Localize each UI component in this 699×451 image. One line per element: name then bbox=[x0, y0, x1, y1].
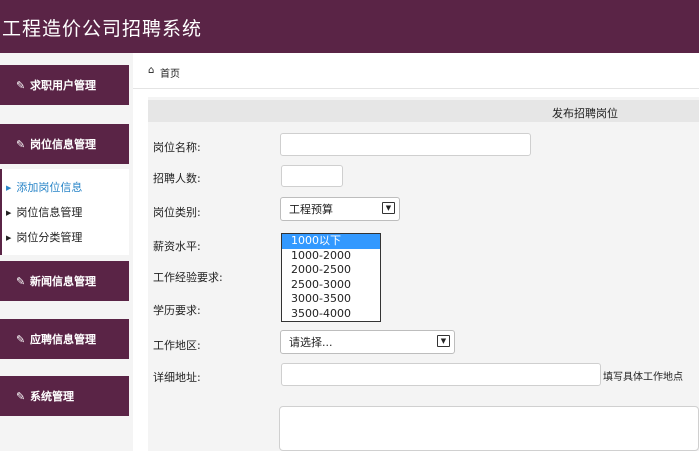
sidebar-menu-label: 求职用户管理 bbox=[30, 79, 96, 92]
sidebar: ✎ 求职用户管理 ✎ 岗位信息管理 ▶ 添加岗位信息 ▶ 岗位信息管理 ▶ 岗位分类管… bbox=[0, 53, 133, 451]
address-input[interactable] bbox=[281, 363, 601, 386]
category-label: 岗位类别: bbox=[153, 206, 201, 219]
category-select-value: 工程预算 bbox=[289, 203, 333, 216]
address-hint: 填写具体工作地点 bbox=[603, 372, 683, 383]
headcount-input[interactable] bbox=[281, 165, 343, 187]
region-select-value: 请选择... bbox=[289, 336, 333, 349]
edit-icon: ✎ bbox=[16, 274, 26, 288]
chevron-down-icon: ▼ bbox=[437, 335, 450, 347]
salary-option[interactable]: 2500-3000 bbox=[282, 278, 380, 293]
sidebar-menu-news[interactable]: ✎ 新闻信息管理 bbox=[0, 261, 129, 301]
region-select[interactable]: 请选择... ▼ bbox=[280, 330, 455, 354]
education-label: 学历要求: bbox=[153, 304, 201, 317]
salary-option[interactable]: 3000-3500 bbox=[282, 292, 380, 307]
home-icon: ⌂ bbox=[148, 65, 155, 76]
experience-label: 工作经验要求: bbox=[153, 271, 223, 284]
edit-icon: ✎ bbox=[16, 332, 26, 346]
form-panel: 发布招聘岗位 岗位名称: 招聘人数: 岗位类别: 工程预算 ▼ 薪资水平: 工作… bbox=[148, 97, 699, 451]
breadcrumb: ⌂ 首页 bbox=[133, 53, 699, 89]
sidebar-menu-label: 岗位信息管理 bbox=[30, 138, 96, 151]
salary-option[interactable]: 1000-2000 bbox=[282, 249, 380, 264]
headcount-label: 招聘人数: bbox=[153, 172, 201, 185]
app-title: 工程造价公司招聘系统 bbox=[2, 18, 203, 40]
caret-right-icon: ▶ bbox=[6, 209, 12, 217]
salary-option[interactable]: 1000以下 bbox=[282, 234, 380, 249]
job-name-input[interactable] bbox=[280, 133, 531, 156]
sidebar-menu-job-seekers[interactable]: ✎ 求职用户管理 bbox=[0, 65, 129, 105]
job-name-label: 岗位名称: bbox=[153, 141, 201, 154]
top-header: 工程造价公司招聘系统 bbox=[0, 0, 699, 53]
category-select[interactable]: 工程预算 ▼ bbox=[280, 197, 400, 221]
region-label: 工作地区: bbox=[153, 339, 201, 352]
sidebar-item-job-categories[interactable]: ▶ 岗位分类管理 bbox=[6, 229, 82, 245]
sidebar-menu-system[interactable]: ✎ 系统管理 bbox=[0, 376, 129, 416]
sidebar-item-manage-jobs[interactable]: ▶ 岗位信息管理 bbox=[6, 204, 82, 220]
breadcrumb-home[interactable]: 首页 bbox=[160, 65, 180, 80]
salary-option[interactable]: 3500-4000 bbox=[282, 307, 380, 322]
salary-label: 薪资水平: bbox=[153, 240, 201, 253]
edit-icon: ✎ bbox=[16, 78, 26, 92]
sidebar-menu-applications[interactable]: ✎ 应聘信息管理 bbox=[0, 319, 129, 359]
sidebar-menu-label: 新闻信息管理 bbox=[30, 275, 96, 288]
sidebar-submenu: ▶ 添加岗位信息 ▶ 岗位信息管理 ▶ 岗位分类管理 bbox=[0, 169, 129, 255]
salary-option[interactable]: 2000-2500 bbox=[282, 263, 380, 278]
form-title: 发布招聘岗位 bbox=[552, 107, 618, 120]
sidebar-menu-label: 系统管理 bbox=[30, 390, 74, 403]
edit-icon: ✎ bbox=[16, 389, 26, 403]
salary-dropdown-list[interactable]: 1000以下 1000-2000 2000-2500 2500-3000 300… bbox=[281, 233, 381, 322]
chevron-down-icon: ▼ bbox=[382, 202, 395, 214]
description-textarea[interactable] bbox=[279, 406, 699, 451]
address-label: 详细地址: bbox=[153, 371, 201, 384]
sidebar-menu-label: 应聘信息管理 bbox=[30, 333, 96, 346]
sidebar-menu-jobs[interactable]: ✎ 岗位信息管理 bbox=[0, 124, 129, 164]
sidebar-item-add-job[interactable]: ▶ 添加岗位信息 bbox=[6, 179, 82, 195]
edit-icon: ✎ bbox=[16, 137, 26, 151]
form-title-bar: 发布招聘岗位 bbox=[148, 100, 699, 122]
caret-right-icon: ▶ bbox=[6, 184, 12, 192]
caret-right-icon: ▶ bbox=[6, 234, 12, 242]
